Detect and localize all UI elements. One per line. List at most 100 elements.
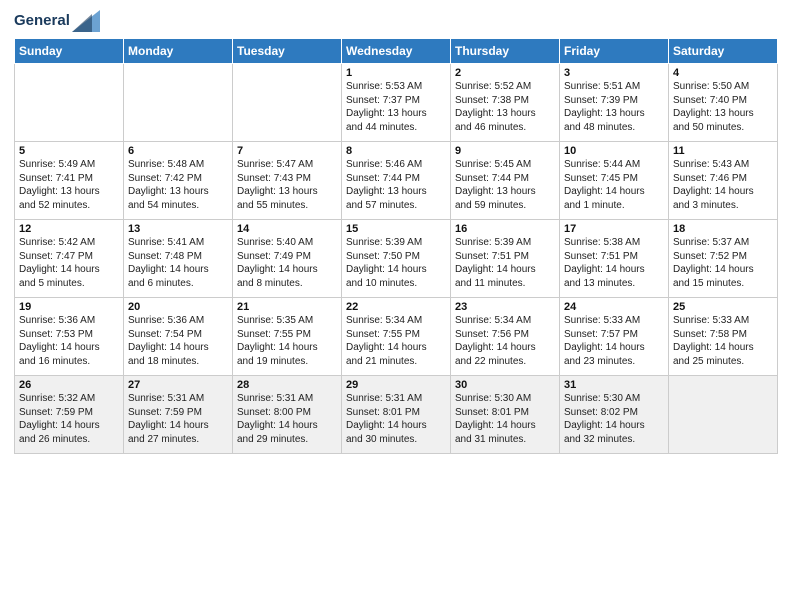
calendar-day-header: Tuesday bbox=[233, 39, 342, 64]
day-info: Sunrise: 5:35 AM Sunset: 7:55 PM Dayligh… bbox=[237, 314, 337, 368]
calendar-cell: 27Sunrise: 5:31 AM Sunset: 7:59 PM Dayli… bbox=[124, 376, 233, 454]
day-number: 7 bbox=[237, 145, 337, 157]
day-info: Sunrise: 5:37 AM Sunset: 7:52 PM Dayligh… bbox=[673, 236, 773, 290]
calendar-day-header: Saturday bbox=[669, 39, 778, 64]
day-info: Sunrise: 5:39 AM Sunset: 7:50 PM Dayligh… bbox=[346, 236, 446, 290]
calendar-cell: 23Sunrise: 5:34 AM Sunset: 7:56 PM Dayli… bbox=[451, 298, 560, 376]
day-number: 31 bbox=[564, 379, 664, 391]
day-info: Sunrise: 5:33 AM Sunset: 7:57 PM Dayligh… bbox=[564, 314, 664, 368]
day-info: Sunrise: 5:52 AM Sunset: 7:38 PM Dayligh… bbox=[455, 80, 555, 134]
day-info: Sunrise: 5:31 AM Sunset: 8:01 PM Dayligh… bbox=[346, 392, 446, 446]
calendar-cell: 17Sunrise: 5:38 AM Sunset: 7:51 PM Dayli… bbox=[560, 220, 669, 298]
day-number: 10 bbox=[564, 145, 664, 157]
day-number: 11 bbox=[673, 145, 773, 157]
day-number: 29 bbox=[346, 379, 446, 391]
day-info: Sunrise: 5:39 AM Sunset: 7:51 PM Dayligh… bbox=[455, 236, 555, 290]
calendar-cell: 16Sunrise: 5:39 AM Sunset: 7:51 PM Dayli… bbox=[451, 220, 560, 298]
day-info: Sunrise: 5:32 AM Sunset: 7:59 PM Dayligh… bbox=[19, 392, 119, 446]
calendar-cell: 21Sunrise: 5:35 AM Sunset: 7:55 PM Dayli… bbox=[233, 298, 342, 376]
calendar-week-row: 5Sunrise: 5:49 AM Sunset: 7:41 PM Daylig… bbox=[15, 142, 778, 220]
calendar-day-header: Sunday bbox=[15, 39, 124, 64]
day-number: 14 bbox=[237, 223, 337, 235]
day-info: Sunrise: 5:30 AM Sunset: 8:02 PM Dayligh… bbox=[564, 392, 664, 446]
calendar-cell: 25Sunrise: 5:33 AM Sunset: 7:58 PM Dayli… bbox=[669, 298, 778, 376]
calendar-cell: 11Sunrise: 5:43 AM Sunset: 7:46 PM Dayli… bbox=[669, 142, 778, 220]
day-number: 24 bbox=[564, 301, 664, 313]
calendar-cell: 8Sunrise: 5:46 AM Sunset: 7:44 PM Daylig… bbox=[342, 142, 451, 220]
day-info: Sunrise: 5:36 AM Sunset: 7:54 PM Dayligh… bbox=[128, 314, 228, 368]
calendar-cell: 12Sunrise: 5:42 AM Sunset: 7:47 PM Dayli… bbox=[15, 220, 124, 298]
day-info: Sunrise: 5:44 AM Sunset: 7:45 PM Dayligh… bbox=[564, 158, 664, 212]
calendar-cell: 24Sunrise: 5:33 AM Sunset: 7:57 PM Dayli… bbox=[560, 298, 669, 376]
day-info: Sunrise: 5:30 AM Sunset: 8:01 PM Dayligh… bbox=[455, 392, 555, 446]
calendar-cell bbox=[15, 64, 124, 142]
calendar-cell: 3Sunrise: 5:51 AM Sunset: 7:39 PM Daylig… bbox=[560, 64, 669, 142]
day-info: Sunrise: 5:38 AM Sunset: 7:51 PM Dayligh… bbox=[564, 236, 664, 290]
calendar-cell: 19Sunrise: 5:36 AM Sunset: 7:53 PM Dayli… bbox=[15, 298, 124, 376]
calendar-cell: 13Sunrise: 5:41 AM Sunset: 7:48 PM Dayli… bbox=[124, 220, 233, 298]
calendar-cell: 10Sunrise: 5:44 AM Sunset: 7:45 PM Dayli… bbox=[560, 142, 669, 220]
day-number: 5 bbox=[19, 145, 119, 157]
day-number: 17 bbox=[564, 223, 664, 235]
calendar-cell bbox=[233, 64, 342, 142]
calendar-day-header: Monday bbox=[124, 39, 233, 64]
day-number: 30 bbox=[455, 379, 555, 391]
calendar-week-row: 19Sunrise: 5:36 AM Sunset: 7:53 PM Dayli… bbox=[15, 298, 778, 376]
day-number: 18 bbox=[673, 223, 773, 235]
day-info: Sunrise: 5:36 AM Sunset: 7:53 PM Dayligh… bbox=[19, 314, 119, 368]
calendar-cell: 18Sunrise: 5:37 AM Sunset: 7:52 PM Dayli… bbox=[669, 220, 778, 298]
day-info: Sunrise: 5:31 AM Sunset: 8:00 PM Dayligh… bbox=[237, 392, 337, 446]
calendar-day-header: Wednesday bbox=[342, 39, 451, 64]
day-info: Sunrise: 5:42 AM Sunset: 7:47 PM Dayligh… bbox=[19, 236, 119, 290]
calendar-cell: 26Sunrise: 5:32 AM Sunset: 7:59 PM Dayli… bbox=[15, 376, 124, 454]
calendar-week-row: 1Sunrise: 5:53 AM Sunset: 7:37 PM Daylig… bbox=[15, 64, 778, 142]
day-info: Sunrise: 5:49 AM Sunset: 7:41 PM Dayligh… bbox=[19, 158, 119, 212]
calendar-table: SundayMondayTuesdayWednesdayThursdayFrid… bbox=[14, 38, 778, 454]
calendar-cell: 28Sunrise: 5:31 AM Sunset: 8:00 PM Dayli… bbox=[233, 376, 342, 454]
main-container: General SundayMondayTuesdayWednesdayThur… bbox=[0, 0, 792, 464]
calendar-week-row: 12Sunrise: 5:42 AM Sunset: 7:47 PM Dayli… bbox=[15, 220, 778, 298]
day-number: 23 bbox=[455, 301, 555, 313]
calendar-day-header: Thursday bbox=[451, 39, 560, 64]
day-info: Sunrise: 5:34 AM Sunset: 7:55 PM Dayligh… bbox=[346, 314, 446, 368]
day-number: 2 bbox=[455, 67, 555, 79]
calendar-cell: 15Sunrise: 5:39 AM Sunset: 7:50 PM Dayli… bbox=[342, 220, 451, 298]
calendar-cell: 30Sunrise: 5:30 AM Sunset: 8:01 PM Dayli… bbox=[451, 376, 560, 454]
day-number: 9 bbox=[455, 145, 555, 157]
logo-icon bbox=[72, 10, 100, 32]
day-number: 6 bbox=[128, 145, 228, 157]
day-number: 1 bbox=[346, 67, 446, 79]
day-info: Sunrise: 5:43 AM Sunset: 7:46 PM Dayligh… bbox=[673, 158, 773, 212]
calendar-cell bbox=[669, 376, 778, 454]
day-number: 20 bbox=[128, 301, 228, 313]
day-number: 22 bbox=[346, 301, 446, 313]
day-number: 13 bbox=[128, 223, 228, 235]
calendar-cell: 20Sunrise: 5:36 AM Sunset: 7:54 PM Dayli… bbox=[124, 298, 233, 376]
day-info: Sunrise: 5:34 AM Sunset: 7:56 PM Dayligh… bbox=[455, 314, 555, 368]
day-number: 26 bbox=[19, 379, 119, 391]
calendar-header-row: SundayMondayTuesdayWednesdayThursdayFrid… bbox=[15, 39, 778, 64]
calendar-cell: 14Sunrise: 5:40 AM Sunset: 7:49 PM Dayli… bbox=[233, 220, 342, 298]
day-info: Sunrise: 5:31 AM Sunset: 7:59 PM Dayligh… bbox=[128, 392, 228, 446]
calendar-cell: 2Sunrise: 5:52 AM Sunset: 7:38 PM Daylig… bbox=[451, 64, 560, 142]
calendar-cell: 29Sunrise: 5:31 AM Sunset: 8:01 PM Dayli… bbox=[342, 376, 451, 454]
day-number: 19 bbox=[19, 301, 119, 313]
day-info: Sunrise: 5:33 AM Sunset: 7:58 PM Dayligh… bbox=[673, 314, 773, 368]
calendar-cell bbox=[124, 64, 233, 142]
day-info: Sunrise: 5:51 AM Sunset: 7:39 PM Dayligh… bbox=[564, 80, 664, 134]
calendar-day-header: Friday bbox=[560, 39, 669, 64]
day-number: 12 bbox=[19, 223, 119, 235]
calendar-cell: 22Sunrise: 5:34 AM Sunset: 7:55 PM Dayli… bbox=[342, 298, 451, 376]
calendar-cell: 6Sunrise: 5:48 AM Sunset: 7:42 PM Daylig… bbox=[124, 142, 233, 220]
day-number: 27 bbox=[128, 379, 228, 391]
day-number: 28 bbox=[237, 379, 337, 391]
day-info: Sunrise: 5:47 AM Sunset: 7:43 PM Dayligh… bbox=[237, 158, 337, 212]
logo: General bbox=[14, 10, 100, 32]
logo-text: General bbox=[14, 12, 70, 29]
day-number: 3 bbox=[564, 67, 664, 79]
calendar-cell: 9Sunrise: 5:45 AM Sunset: 7:44 PM Daylig… bbox=[451, 142, 560, 220]
day-info: Sunrise: 5:50 AM Sunset: 7:40 PM Dayligh… bbox=[673, 80, 773, 134]
day-number: 4 bbox=[673, 67, 773, 79]
day-info: Sunrise: 5:40 AM Sunset: 7:49 PM Dayligh… bbox=[237, 236, 337, 290]
header: General bbox=[14, 10, 778, 32]
